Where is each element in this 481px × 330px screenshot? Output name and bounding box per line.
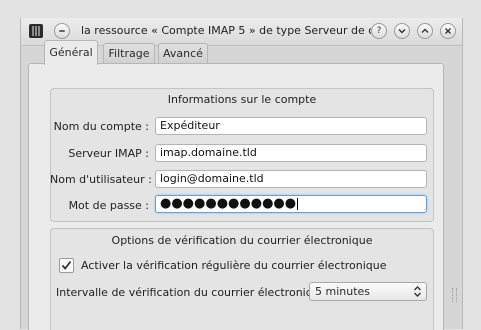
mail-check-group: Options de vérification du courrier élec… [50, 228, 434, 330]
close-icon [445, 28, 451, 34]
mail-check-group-title: Options de vérification du courrier élec… [111, 234, 373, 247]
account-name-label: Nom du compte : [53, 120, 149, 133]
maximize-button[interactable] [417, 23, 433, 39]
tab-general[interactable]: Général [44, 40, 98, 65]
help-button[interactable]: ? [371, 23, 387, 39]
resize-grip[interactable] [452, 288, 457, 302]
window-title: la ressource « Compte IMAP 5 » de type S… [81, 24, 371, 37]
password-field[interactable]: ●●●●●●●●●●●● [155, 195, 427, 213]
imap-server-label: Serveur IMAP : [68, 147, 149, 160]
interval-value: 5 minutes [315, 285, 371, 298]
app-icon[interactable] [29, 24, 43, 38]
tab-filtrage[interactable]: Filtrage [103, 43, 155, 64]
imap-server-field[interactable]: imap.domaine.tld [155, 144, 427, 162]
chevron-down-icon [398, 29, 406, 34]
minimize-button[interactable] [394, 23, 410, 39]
password-label: Mot de passe : [68, 199, 149, 212]
help-icon: ? [376, 26, 382, 36]
username-label: Nom d'utilisateur : [50, 173, 152, 186]
checkmark-icon [61, 260, 72, 270]
chevron-up-icon [421, 28, 429, 33]
username-field[interactable]: login@domaine.tld [155, 170, 427, 188]
periodic-check-checkbox[interactable] [59, 258, 74, 273]
close-button[interactable] [440, 23, 456, 39]
periodic-check-label[interactable]: Activer la vérification régulière du cou… [81, 259, 387, 272]
interval-label: Intervalle de vérification du courrier é… [56, 286, 334, 299]
spin-arrows-icon [414, 286, 421, 297]
account-group-title: Informations sur le compte [167, 93, 317, 106]
window-menu-icon[interactable] [54, 23, 70, 39]
password-mask: ●●●●●●●●●●●● [160, 196, 297, 211]
text-cursor [297, 198, 299, 210]
tab-avance[interactable]: Avancé [158, 43, 208, 64]
interval-select[interactable]: 5 minutes [309, 282, 427, 301]
account-name-field[interactable]: Expéditeur [155, 117, 427, 135]
